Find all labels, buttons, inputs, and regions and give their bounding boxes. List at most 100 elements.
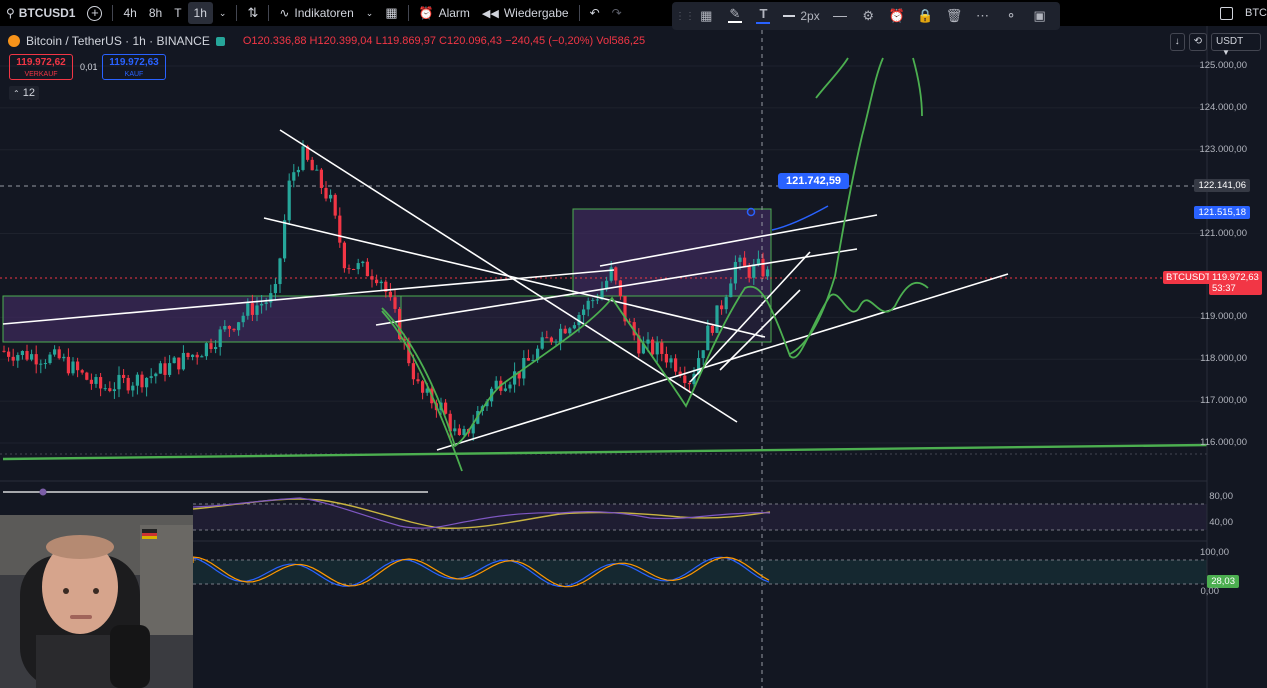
candle-body bbox=[48, 354, 52, 364]
candle-body bbox=[338, 215, 342, 243]
candle-body bbox=[89, 379, 93, 384]
interval-8h[interactable]: 8h bbox=[143, 0, 168, 26]
status-square-icon bbox=[215, 36, 225, 46]
candle-body bbox=[117, 374, 121, 390]
alarm-button[interactable]: ⏰ Alarm bbox=[413, 0, 476, 26]
price-axis-label: 116.000,00 bbox=[1200, 437, 1247, 448]
symbol-legend: Bitcoin / TetherUS · 1h · BINANCE O120.3… bbox=[8, 34, 645, 48]
candle-body bbox=[416, 379, 420, 382]
divider bbox=[112, 5, 114, 21]
line-width-icon bbox=[783, 15, 796, 17]
alarm-label: Alarm bbox=[438, 6, 470, 20]
measure-pointer bbox=[771, 205, 829, 231]
candle-body bbox=[122, 374, 126, 378]
candle-body bbox=[664, 353, 668, 363]
candle-body bbox=[315, 169, 319, 171]
candle-body bbox=[329, 194, 333, 199]
candle-body bbox=[214, 347, 218, 349]
candle-body bbox=[2, 350, 6, 352]
candle-body bbox=[333, 194, 337, 216]
buy-button[interactable]: 119.972,63 KAUF bbox=[102, 54, 166, 80]
candles-icon: ⇅ bbox=[247, 5, 259, 20]
candle-body bbox=[756, 258, 760, 265]
rsi-axis-label-high: 80,00 bbox=[1209, 491, 1233, 502]
candle-body bbox=[264, 302, 268, 304]
candle-body bbox=[154, 373, 158, 377]
square-icon bbox=[1220, 6, 1233, 20]
chevron-down-icon: ⌄ bbox=[218, 7, 227, 18]
candle-body bbox=[324, 187, 328, 199]
candle-body bbox=[738, 257, 742, 262]
candle-body bbox=[99, 377, 103, 389]
candle-body bbox=[232, 328, 236, 331]
candle-body bbox=[421, 381, 425, 393]
alarm-clock-icon: ⏰ bbox=[418, 6, 434, 20]
candle-body bbox=[710, 325, 714, 333]
interval-dropdown[interactable]: ⌄ bbox=[213, 0, 233, 26]
bitcoin-icon bbox=[8, 35, 20, 47]
crosshair-price-label: 122.141,06 bbox=[1194, 179, 1250, 192]
legend-ohlc: O120.336,88 H120.399,04 L119.869,97 C120… bbox=[243, 35, 645, 47]
sell-price: 119.972,62 bbox=[16, 57, 66, 68]
templates-button[interactable]: ▦ bbox=[379, 0, 403, 26]
candle-body bbox=[39, 363, 43, 365]
candle-body bbox=[706, 325, 710, 351]
chevron-up-icon: ⌃ bbox=[13, 89, 20, 98]
rsi-axis-label-low: 40,00 bbox=[1209, 517, 1233, 528]
interval-1h[interactable]: 1h bbox=[187, 2, 213, 24]
interval-4h[interactable]: 4h bbox=[117, 0, 142, 26]
candle-body bbox=[733, 261, 737, 284]
candle-body bbox=[715, 305, 719, 333]
undo-button[interactable]: ↶ bbox=[584, 0, 606, 26]
indicator-count-badge[interactable]: ⌃ 12 bbox=[9, 86, 40, 100]
currency-select[interactable]: USDT ▼ bbox=[1211, 33, 1261, 57]
candle-body bbox=[352, 269, 356, 271]
indicators-button[interactable]: ∿ Indikatoren bbox=[273, 0, 359, 26]
indicators-dropdown[interactable]: ⌄ bbox=[360, 0, 380, 26]
candle-body bbox=[453, 428, 457, 432]
candle-body bbox=[94, 377, 98, 384]
legend-open: O120.336,88 bbox=[242, 35, 307, 47]
candle-body bbox=[7, 351, 11, 357]
symbol-tab-cut[interactable]: BTC bbox=[1239, 0, 1267, 26]
tradingview-window: ⚲ BTCUSD1 + 4h 8h T 1h ⌄ ⇅ ∿ Indikatoren… bbox=[0, 0, 1267, 688]
candle-body bbox=[71, 361, 75, 374]
indicators-icon: ∿ bbox=[279, 6, 290, 20]
chart-type-button[interactable]: ⇅ bbox=[241, 0, 264, 26]
candle-body bbox=[260, 303, 264, 306]
candle-body bbox=[163, 363, 167, 375]
candle-body bbox=[158, 363, 162, 374]
restore-icon[interactable]: ⟲ bbox=[1188, 33, 1207, 51]
candle-body bbox=[651, 339, 655, 355]
candle-body bbox=[140, 374, 144, 388]
symbol-search-button[interactable]: ⚲ BTCUSD1 bbox=[0, 0, 81, 26]
fullscreen-button[interactable] bbox=[1214, 0, 1239, 26]
replay-button[interactable]: ◀◀ Wiedergabe bbox=[476, 0, 575, 26]
candle-body bbox=[549, 337, 553, 342]
candle-body bbox=[572, 325, 576, 329]
candle-body bbox=[388, 291, 392, 298]
current-symbol-tag: BTCUSDT bbox=[1163, 271, 1214, 284]
candle-body bbox=[126, 377, 130, 391]
candle-body bbox=[310, 159, 314, 171]
line-width-label: 2px bbox=[800, 9, 820, 23]
chart-right-controls: ↓ ⟲ USDT ▼ bbox=[1169, 33, 1261, 57]
currency-label: USDT bbox=[1216, 36, 1244, 47]
candle-body bbox=[57, 349, 61, 359]
candle-body bbox=[356, 263, 360, 270]
divider bbox=[236, 5, 238, 21]
candle-body bbox=[720, 305, 724, 310]
divider bbox=[578, 5, 580, 21]
compare-add-button[interactable]: + bbox=[81, 0, 108, 26]
interval-day[interactable]: T bbox=[168, 0, 187, 26]
candle-body bbox=[181, 352, 185, 370]
legend-high: H120.399,04 bbox=[309, 35, 373, 47]
download-icon[interactable]: ↓ bbox=[1169, 33, 1185, 51]
candle-body bbox=[669, 358, 673, 363]
buy-price: 119.972,63 bbox=[109, 57, 159, 68]
candle-body bbox=[568, 328, 572, 334]
redo-button[interactable]: ↷ bbox=[606, 0, 628, 26]
candle-body bbox=[177, 357, 181, 370]
price-axis-label: 119.000,00 bbox=[1200, 311, 1247, 323]
sell-button[interactable]: 119.972,62 VERKAUF bbox=[9, 54, 73, 80]
